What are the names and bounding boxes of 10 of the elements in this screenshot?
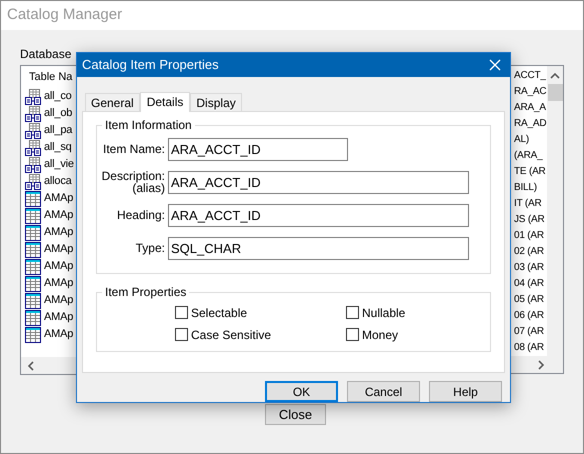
field-label: Type: — [134, 242, 166, 254]
section-label: Database — [20, 46, 72, 62]
field-label: Item Name: — [102, 143, 166, 156]
dialog-title: Catalog Item Properties — [82, 56, 219, 74]
window-title: Catalog Manager — [7, 5, 122, 26]
field-label: Description: (alias) — [100, 170, 166, 194]
column-header: Table Na — [28, 70, 74, 85]
group-title: Item Information — [102, 118, 195, 132]
group-title: Item Properties — [102, 284, 190, 299]
field-label: Heading: — [116, 209, 166, 222]
